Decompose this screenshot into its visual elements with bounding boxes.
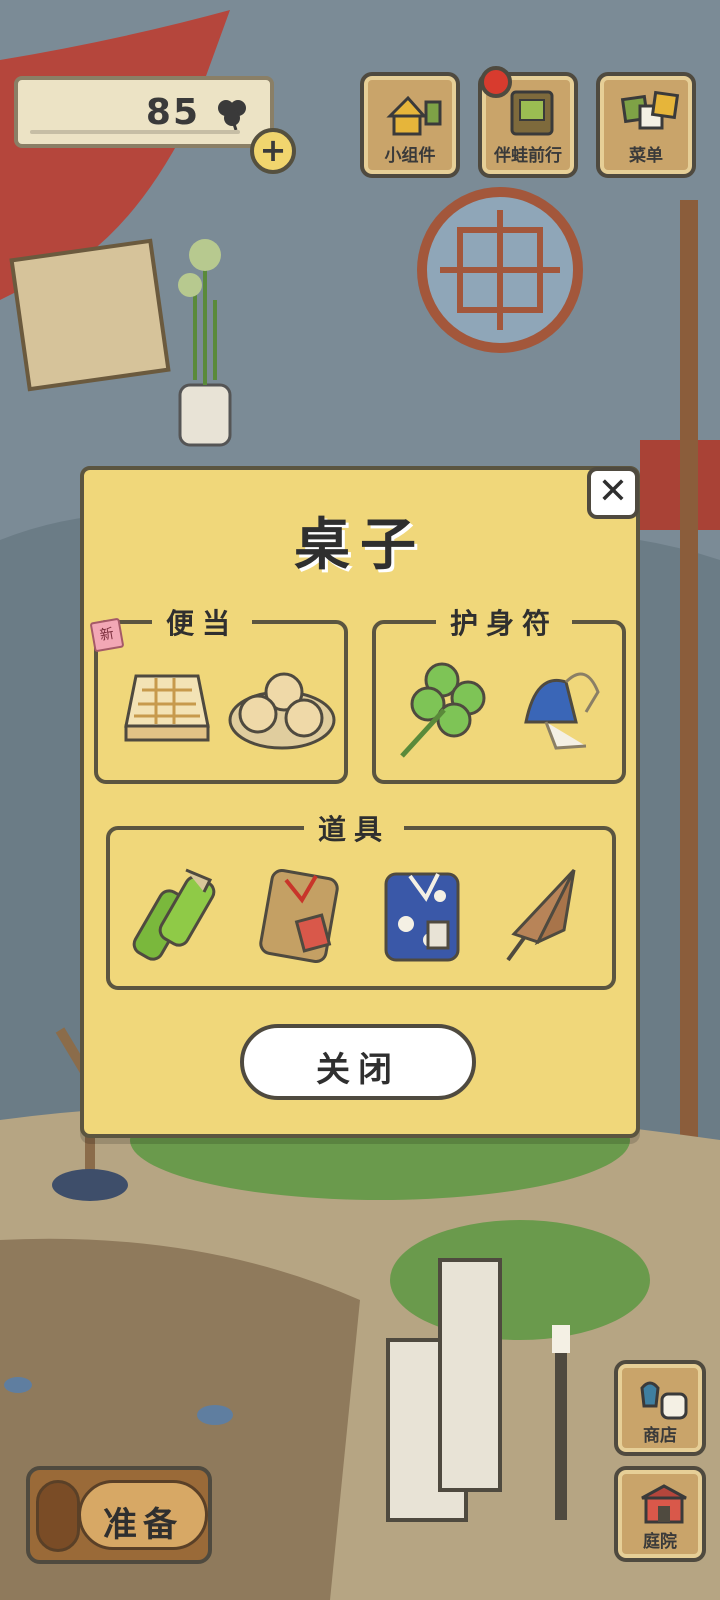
- shop-label: 商店: [643, 1426, 677, 1446]
- prepare-button-face: 准备: [78, 1480, 208, 1550]
- four-leaf-clover-icon: [400, 662, 486, 758]
- add-clover-button[interactable]: +: [250, 128, 296, 174]
- group-amulet-label: 护身符: [436, 602, 573, 642]
- blue-bundle-icon: [384, 872, 460, 962]
- buns-plate-icon: [228, 672, 336, 750]
- prepare-label: 准备: [103, 1505, 183, 1545]
- garden-button[interactable]: 庭院: [614, 1466, 706, 1562]
- tool-slot-4[interactable]: [494, 860, 604, 970]
- tool-slot-3[interactable]: [370, 860, 480, 970]
- menu-button[interactable]: 菜单: [596, 72, 696, 178]
- tool-slot-1[interactable]: [126, 860, 236, 970]
- group-tools-label: 道具: [304, 808, 405, 848]
- clover-count: 85: [145, 92, 200, 133]
- dialog-title: 桌子: [294, 513, 426, 578]
- new-badge: 新: [89, 617, 125, 653]
- clover-bar: [30, 130, 240, 134]
- widget-label: 小组件: [384, 146, 436, 166]
- garden-icon: [641, 1484, 687, 1524]
- shop-icon: [640, 1381, 688, 1420]
- wind-chime-icon: [524, 672, 600, 750]
- log-icon: [36, 1480, 80, 1552]
- menu-icon: [620, 90, 680, 130]
- tool-slot-2[interactable]: [246, 860, 356, 970]
- group-bento-label: 便当: [152, 602, 253, 642]
- prepare-button[interactable]: 准备: [26, 1466, 212, 1564]
- menu-label: 菜单: [629, 146, 663, 166]
- amulet-slot-1[interactable]: [392, 656, 502, 766]
- amulet-slot-2[interactable]: [506, 652, 616, 762]
- sandwich-icon: [124, 674, 210, 742]
- close-button-label: 关闭: [316, 1050, 400, 1090]
- garden-label: 庭院: [643, 1532, 677, 1552]
- close-button[interactable]: 关闭: [240, 1024, 476, 1100]
- bento-slot-1[interactable]: [112, 656, 222, 766]
- brown-bundle-icon: [259, 868, 339, 964]
- widget-button[interactable]: 小组件: [360, 72, 460, 178]
- clover-icon: [218, 100, 246, 131]
- shop-button[interactable]: 商店: [614, 1360, 706, 1456]
- close-icon[interactable]: ✕: [587, 467, 639, 519]
- bento-slot-2[interactable]: [226, 656, 336, 766]
- frog-journey-icon: [510, 90, 554, 136]
- notification-badge: [480, 66, 512, 98]
- clover-counter: 85: [14, 76, 274, 148]
- frog-journey-label: 伴蛙前行: [494, 146, 562, 166]
- bamboo-flask-icon: [132, 868, 216, 961]
- paper-umbrella-icon: [506, 868, 576, 962]
- widget-icon: [386, 95, 442, 136]
